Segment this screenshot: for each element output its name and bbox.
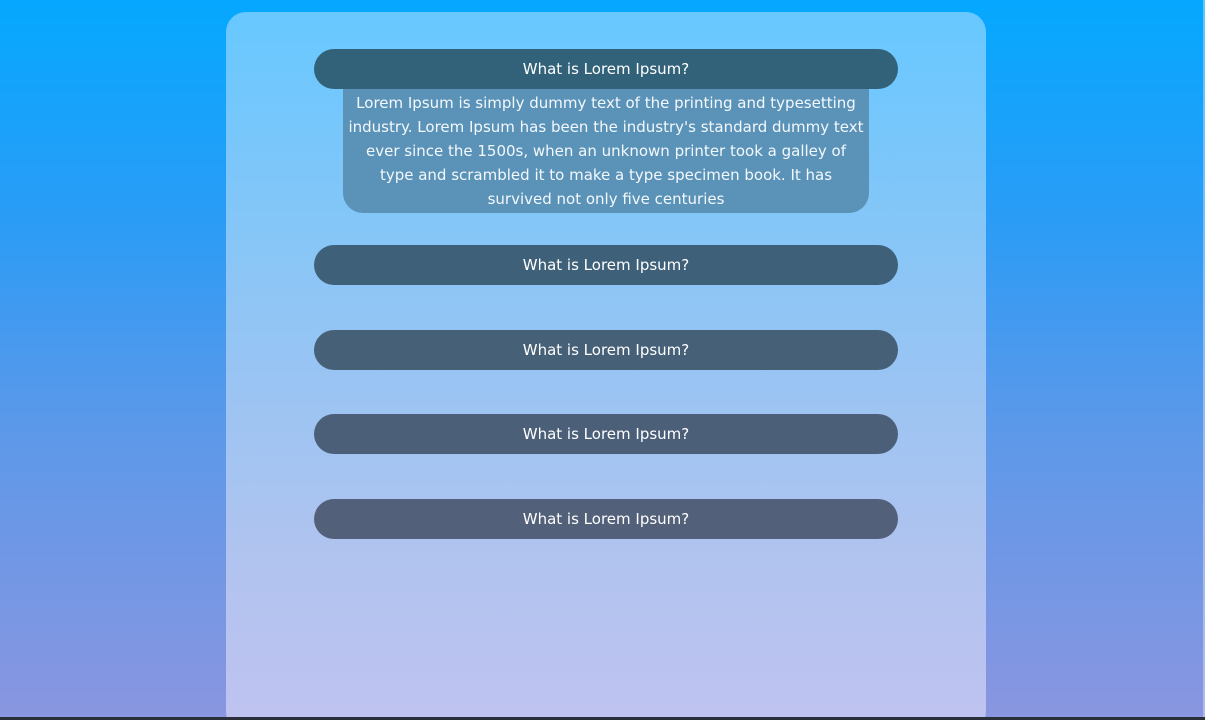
faq-item: What is Lorem Ipsum? bbox=[314, 414, 898, 454]
faq-question-button[interactable]: What is Lorem Ipsum? bbox=[314, 330, 898, 370]
faq-item: What is Lorem Ipsum? bbox=[314, 245, 898, 285]
faq-question-button[interactable]: What is Lorem Ipsum? bbox=[314, 245, 898, 285]
faq-item: What is Lorem Ipsum? Lorem Ipsum is simp… bbox=[314, 49, 898, 213]
faq-question-button[interactable]: What is Lorem Ipsum? bbox=[314, 414, 898, 454]
faq-item: What is Lorem Ipsum? bbox=[314, 499, 898, 539]
faq-item: What is Lorem Ipsum? bbox=[314, 330, 898, 370]
faq-answer-text: Lorem Ipsum is simply dummy text of the … bbox=[343, 88, 869, 213]
faq-question-button[interactable]: What is Lorem Ipsum? bbox=[314, 49, 898, 89]
faq-question-button[interactable]: What is Lorem Ipsum? bbox=[314, 499, 898, 539]
faq-panel: What is Lorem Ipsum? Lorem Ipsum is simp… bbox=[226, 12, 986, 720]
